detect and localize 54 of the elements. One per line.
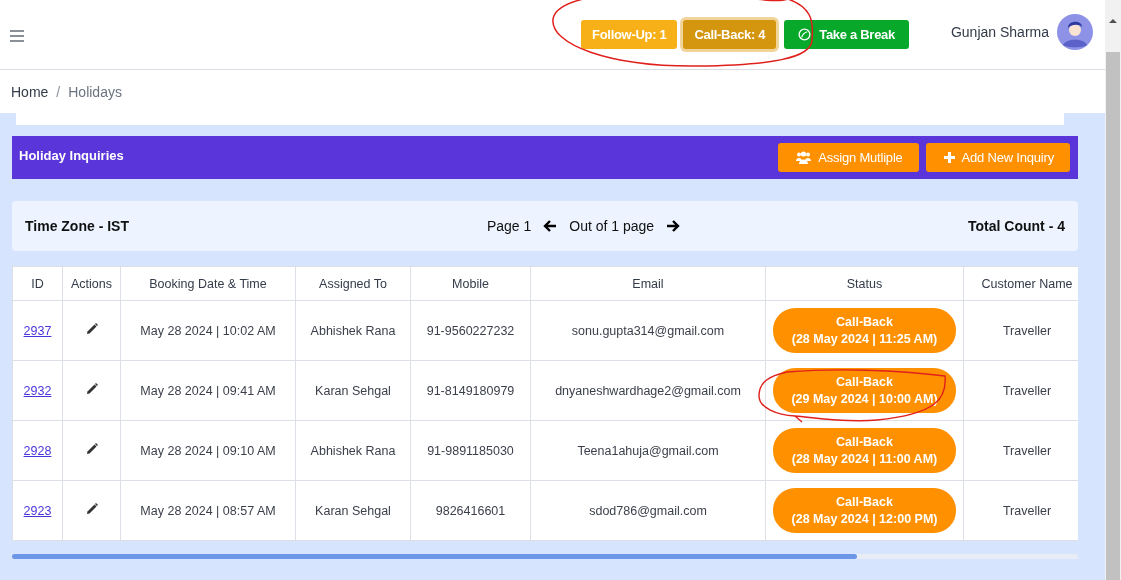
pencil-icon[interactable] [85,443,98,455]
leaf-icon [798,28,812,41]
table-cell: 91-9891185030 [410,420,531,481]
pencil-icon[interactable] [85,323,98,335]
page-label: Page 1 [486,218,532,234]
menu-icon[interactable] [10,29,24,42]
table-cell: sonu.gupta314@gmail.com [530,300,766,361]
column-header: ID [12,266,63,301]
table-cell: May 28 2024 | 10:02 AM [120,300,296,361]
total-count-label: Total Count - 4 [968,218,1065,234]
id-link[interactable]: 2937 [23,323,52,338]
previous-arrow-icon[interactable] [543,220,558,232]
pencil-icon[interactable] [85,503,98,515]
avatar-icon[interactable] [1057,13,1093,50]
id-link[interactable]: 2928 [23,443,52,458]
table-cell: May 28 2024 | 09:41 AM [120,360,296,421]
column-header: Mobile [410,266,531,301]
column-header: Booking Date & Time [120,266,296,301]
table-cell: 91-9560227232 [410,300,531,361]
status-pill: Call-Back (29 May 2024 | 10:00 AM) [773,368,956,413]
horizontal-scrollbar[interactable] [12,554,1078,559]
column-header: Actions [62,266,121,301]
users-icon [796,151,812,164]
table-cell: sdod786@gmail.com [530,480,766,541]
id-link[interactable]: 2932 [23,383,52,398]
breadcrumb-item[interactable]: Home [11,83,49,100]
table-cell: Abhishek Rana [295,420,411,481]
table-cell: Abhishek Rana [295,300,411,361]
table-cell: Karan Sehgal [295,360,411,421]
plus-icon [943,152,955,163]
column-header: Assigned To [295,266,411,301]
table-cell: May 28 2024 | 09:10 AM [120,420,296,481]
table-cell: Teena1ahuja@gmail.com [530,420,766,481]
table-cell: May 28 2024 | 08:57 AM [120,480,296,541]
column-header: Email [530,266,766,301]
time-zone-label: Time Zone - IST [25,218,129,234]
next-arrow-icon[interactable] [666,220,681,232]
page-count-label: Out of 1 page [569,218,655,234]
breadcrumb-separator: / [56,83,61,100]
column-header: Customer Name [963,266,1078,301]
status-pill: Call-Back (28 May 2024 | 12:00 PM) [773,488,956,533]
column-header: Status [765,266,964,301]
status-pill: Call-Back (28 May 2024 | 11:25 AM) [773,308,956,353]
breadcrumb-item: Holidays [68,83,122,100]
id-link[interactable]: 2923 [23,503,52,518]
user-name: Gunjan Sharma [950,23,1049,40]
vertical-scrollbar[interactable] [1105,0,1121,580]
table-cell: dnyaneshwardhage2@gmail.com [530,360,766,421]
table-cell: Karan Sehgal [295,480,411,541]
pencil-icon[interactable] [85,383,98,395]
table-cell: 9826416601 [410,480,531,541]
status-pill: Call-Back (28 May 2024 | 11:00 AM) [773,428,956,473]
panel-title: Holiday Inquiries [19,148,124,163]
table-cell: 91-8149180979 [410,360,531,421]
